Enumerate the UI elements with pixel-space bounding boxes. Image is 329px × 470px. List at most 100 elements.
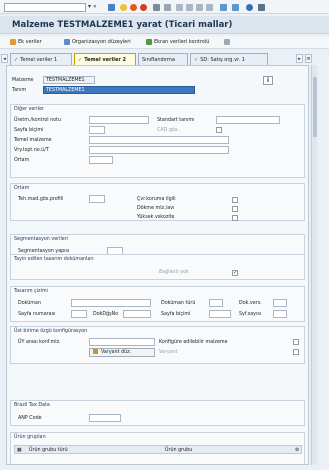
basic-material-label: Temel malzeme: [14, 138, 52, 143]
page-format-field[interactable]: [89, 126, 105, 134]
supply-source-label: Vry.tspt.no.ü/T: [14, 148, 49, 153]
brazil-tax-group: Brazil Tax Data ANP Code: [10, 400, 305, 426]
bulk-liquid-checkbox[interactable]: [232, 206, 238, 212]
variant-button-label: Varyant düz.: [101, 350, 132, 355]
next-page-icon[interactable]: [196, 4, 203, 11]
environment-title: Ortam: [14, 186, 30, 191]
tab-check-icon: ✓: [78, 57, 83, 63]
doc-version-label: Dok.vers.: [239, 301, 262, 306]
tab-list-icon[interactable]: ≡: [305, 54, 312, 63]
command-dropdown-icon[interactable]: ▾ «: [88, 3, 97, 10]
description-label: Tanım: [12, 88, 27, 93]
first-page-icon[interactable]: [176, 4, 183, 11]
standard-desc-label: Standart tanımı: [157, 118, 195, 123]
tab-basic-data-1[interactable]: ✓ Temel veriler 1: [10, 53, 72, 65]
tab-check-icon: ✓: [194, 57, 199, 63]
other-data-title: Diğer veriler: [14, 107, 44, 112]
scrollbar-thumb[interactable]: [313, 77, 317, 137]
material-field: TESTMALZEME1: [43, 76, 95, 84]
document-label: Doküman: [18, 301, 41, 306]
variant-label: Varyant: [159, 350, 178, 355]
document-field[interactable]: [71, 299, 151, 307]
tab-scroll-right-icon[interactable]: ▸: [296, 54, 303, 63]
doc-change-field[interactable]: [123, 310, 151, 318]
print-icon[interactable]: [153, 4, 160, 11]
other-views-button[interactable]: Ek veriler: [10, 39, 42, 45]
environment-label: Ortam: [14, 158, 30, 163]
cross-plant-label: ÜY arası konf.mlz.: [18, 340, 61, 345]
manufacturer-note-field[interactable]: [89, 116, 149, 124]
other-data-group: Diğer veriler Üretm./kontrol notu Standa…: [10, 104, 305, 178]
anp-code-field[interactable]: [89, 414, 121, 422]
org-levels-label: Organizasyon düzeyleri: [72, 39, 131, 45]
check-icon: [146, 39, 152, 45]
tab-label: SD: Satış org.vr. 1: [200, 57, 245, 63]
design-docs-title: Tayin edilen tasarım dokümanları: [14, 257, 94, 262]
high-viscous-checkbox[interactable]: [232, 215, 238, 221]
vertical-scrollbar[interactable]: [311, 65, 317, 465]
lock-button[interactable]: [224, 39, 230, 45]
standard-desc-field[interactable]: [216, 116, 280, 124]
env-relevant-checkbox[interactable]: [232, 197, 238, 203]
environment-field[interactable]: [89, 156, 113, 164]
help-icon[interactable]: [246, 4, 253, 11]
supply-source-field[interactable]: [89, 146, 229, 154]
doc-type-field[interactable]: [209, 299, 223, 307]
tab-sales-org-1[interactable]: ✓ SD: Satış org.vr. 1: [190, 53, 268, 65]
exit-icon[interactable]: [130, 4, 137, 11]
configurable-label: Konfigüre edilebilir malzeme: [159, 340, 228, 345]
design-drawing-title: Tasarım çizimi: [14, 289, 48, 294]
info-icon[interactable]: i: [263, 76, 273, 85]
cancel-icon[interactable]: [140, 4, 147, 11]
drawing-page-format-field[interactable]: [209, 310, 231, 318]
column-header[interactable]: Ürün grubu: [165, 448, 192, 453]
command-field[interactable]: [4, 3, 86, 12]
no-link-label: Bağlantı yok: [159, 270, 189, 275]
check-screen-button[interactable]: Ekran verileri kontrolü: [146, 39, 209, 45]
row-selector-icon[interactable]: ▦: [17, 448, 22, 453]
dg-profile-field[interactable]: [89, 195, 105, 203]
org-levels-button[interactable]: Organizasyon düzeyleri: [64, 39, 131, 45]
no-link-checkbox: ✓: [232, 270, 238, 276]
environment-group: Ortam Teh.mad.gös.profili Çvr.koruma ilg…: [10, 183, 305, 221]
sheet-count-field[interactable]: [273, 310, 287, 318]
check-screen-label: Ekran verileri kontrolü: [154, 39, 210, 45]
tab-strip: ◂ ✓ Temel veriler 1 ✓ Temel veriler 2 Sını…: [0, 53, 329, 65]
new-session-icon[interactable]: [220, 4, 227, 11]
save-icon[interactable]: [108, 4, 115, 11]
configurable-checkbox[interactable]: [293, 339, 299, 345]
basic-material-field[interactable]: [89, 136, 229, 144]
back-icon[interactable]: [120, 4, 127, 11]
tab-scroll-left-icon[interactable]: ◂: [1, 54, 8, 63]
layout-icon[interactable]: [258, 4, 265, 11]
description-field[interactable]: TESTMALZEME1: [43, 86, 195, 94]
cad-checkbox[interactable]: [216, 127, 222, 133]
shortcut-icon[interactable]: [232, 4, 239, 11]
page-number-field[interactable]: [71, 310, 87, 318]
material-label: Malzeme: [12, 78, 34, 83]
find-icon[interactable]: [164, 4, 171, 11]
tab-label: Sınıflandırma: [142, 57, 175, 63]
brazil-tax-title: Brazil Tax Data: [14, 403, 50, 408]
cad-label: CAD gös.: [157, 128, 179, 133]
sheet-count-label: Syf.sayısı: [239, 312, 262, 317]
tab-label: Temel veriler 1: [20, 57, 58, 63]
config-title: Üst birime özgü konfigürasyon: [14, 329, 88, 334]
tab-classification[interactable]: Sınıflandırma: [138, 53, 188, 65]
high-viscous-label: Yüksek vskozite: [137, 215, 175, 220]
cross-plant-field[interactable]: [89, 338, 155, 346]
column-header[interactable]: Ürün grubu türü: [29, 448, 68, 453]
page-number-label: Sayfa numarası: [18, 312, 56, 317]
application-toolbar: Ek veriler Organizasyon düzeyleri Ekran …: [0, 36, 329, 49]
last-page-icon[interactable]: [206, 4, 213, 11]
table-settings-icon[interactable]: ⚙: [295, 448, 299, 453]
tab-check-icon: ✓: [14, 57, 19, 63]
anp-code-label: ANP Code: [18, 416, 42, 421]
product-groups-table-header: ▦ Ürün grubu türü Ürün grubu ⚙: [14, 445, 302, 454]
page-format-label: Sayfa biçimi: [14, 128, 44, 133]
tab-basic-data-2[interactable]: ✓ Temel veriler 2: [74, 53, 136, 65]
doc-version-field[interactable]: [273, 299, 287, 307]
previous-page-icon[interactable]: [186, 4, 193, 11]
system-toolbar: ▾ «: [0, 0, 329, 14]
variant-button[interactable]: Varyant düz.: [89, 348, 155, 357]
